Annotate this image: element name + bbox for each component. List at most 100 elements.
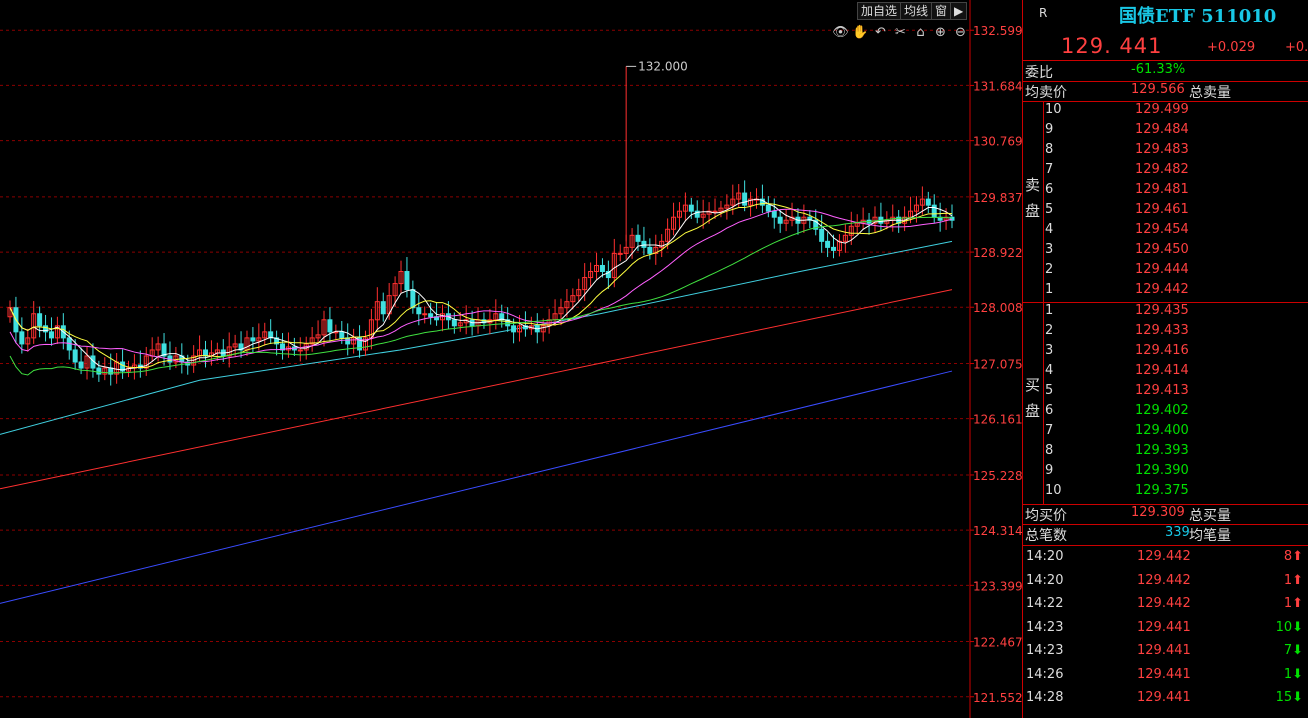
bid-price: 129.435 [1135,303,1189,318]
tick-time: 14:23 [1026,643,1064,658]
candle-body [297,349,303,352]
eye-icon[interactable]: 👁 [832,24,849,41]
candle-body [451,319,457,327]
ask-level: 7 [1045,162,1054,177]
candle-body [72,349,78,363]
tick-volume: 1⬆ [1283,572,1303,588]
total-trades-value: 339 [1165,525,1190,540]
tick-time: 14:22 [1026,596,1064,611]
window-button[interactable]: 窗 [931,2,952,20]
y-tick-label: 132.599 [973,24,1022,38]
y-tick-label: 128.008 [973,301,1022,315]
ask-level: 6 [1045,182,1054,197]
chart-icons: 👁 ✋ ↶ ✂ ⌂ ⊕ ⊖ [832,24,969,41]
quote-panel: R 国债ETF 511010 129. 441 +0.029 +0.0 委比 -… [1022,0,1308,718]
candle-body [48,331,54,339]
bid-price: 129.375 [1135,483,1189,498]
tick-time: 14:23 [1026,619,1064,635]
ma20-line [9,208,953,364]
undo-icon[interactable]: ↶ [872,24,889,41]
candle-body [742,192,748,206]
ask-price: 129.461 [1135,202,1189,217]
zoom-out-icon[interactable]: ⊖ [952,24,969,41]
bid-level: 2 [1045,323,1054,338]
kline-chart[interactable]: 132.599 131.684 130.769 129.837 128.922 128.0… [0,0,1022,718]
bid-level: 5 [1045,383,1054,398]
tick-row: 14:28 129.441 15⬇ [1023,690,1308,713]
tick-volume: 8⬆ [1283,549,1303,564]
tick-volume: 1⬆ [1283,596,1303,611]
avg-buy-label: 均买价 [1025,508,1067,524]
bid-row: 3 129.416 [1023,343,1308,363]
bid-price: 129.393 [1135,443,1189,458]
bid-price: 129.414 [1135,363,1189,378]
bid-row: 10 129.375 [1023,483,1308,503]
candle-body [647,246,653,254]
bid-price: 129.413 [1135,383,1189,398]
ask-price: 129.442 [1135,282,1189,297]
last-price: 129. 441 [1061,34,1163,58]
tick-row: 14:26 129.441 1⬇ [1023,667,1308,690]
bid-level: 7 [1045,423,1054,438]
candle-body [416,307,422,315]
candle-body [37,313,43,327]
scissors-icon[interactable]: ✂ [892,24,909,41]
ask-level: 3 [1045,242,1054,257]
ask-row: 8 129.483 [1023,142,1308,162]
ask-level: 5 [1045,202,1054,217]
candle-body [422,313,428,316]
lock-icon[interactable]: ⌂ [912,24,929,41]
candle-body [777,216,783,224]
candle-body [819,228,825,242]
add-watchlist-button[interactable]: 加自选 [857,2,902,20]
bid-price: 129.433 [1135,323,1189,338]
candle-body [925,198,931,206]
candle-body [78,361,84,369]
ratio-value: -61.33% [1131,62,1186,77]
candle-body [327,319,333,333]
y-tick-label: 129.837 [973,191,1022,205]
candle-body [339,331,345,339]
bid-row: 9 129.390 [1023,463,1308,483]
high-marker-label: 132.000 [638,59,688,73]
tick-price: 129.441 [1137,666,1191,682]
chart-canvas[interactable]: 132.599 131.684 130.769 129.837 128.922 128.0… [0,0,1022,718]
candle-body [203,349,209,357]
tick-time: 14:20 [1026,549,1064,564]
candle-body [765,204,771,212]
bid-price: 129.400 [1135,423,1189,438]
chart-toolbar: 加自选 均线 窗 ▶ [857,2,968,20]
candle-body [511,325,517,333]
ma-toggle-button[interactable]: 均线 [900,2,933,20]
ask-price: 129.482 [1135,162,1189,177]
avg-trade-label: 均笔量 [1189,528,1231,544]
tick-volume: 15⬇ [1275,690,1303,705]
candle-body [404,271,410,291]
zoom-in-icon[interactable]: ⊕ [932,24,949,41]
y-tick-label: 127.075 [973,358,1022,372]
bid-level: 6 [1045,403,1054,418]
ask-level: 1 [1045,282,1054,297]
tick-volume: 10⬇ [1275,619,1303,635]
ask-row: 4 129.454 [1023,222,1308,242]
ma-line-blue [0,370,953,604]
tick-price: 129.441 [1137,643,1191,658]
hand-icon[interactable]: ✋ [852,24,869,41]
y-tick-label: 121.552 [973,691,1022,705]
collapse-panel-icon[interactable]: ▶ [950,2,968,20]
y-tick-label: 123.399 [973,579,1022,593]
candle-body [641,240,647,248]
y-tick-label: 130.769 [973,135,1022,149]
tick-price: 129.441 [1137,690,1191,705]
ma5-line [9,198,953,371]
ask-level: 4 [1045,222,1054,237]
ask-row: 1 129.442 [1023,282,1308,302]
bid-row: 4 129.414 [1023,363,1308,383]
tick-volume: 7⬇ [1283,643,1303,658]
ask-price: 129.483 [1135,142,1189,157]
candle-body [617,252,623,255]
candle-body [250,337,256,342]
ask-level: 8 [1045,142,1054,157]
tick-row: 14:23 129.441 7⬇ [1023,643,1308,666]
candle-body [771,210,777,218]
